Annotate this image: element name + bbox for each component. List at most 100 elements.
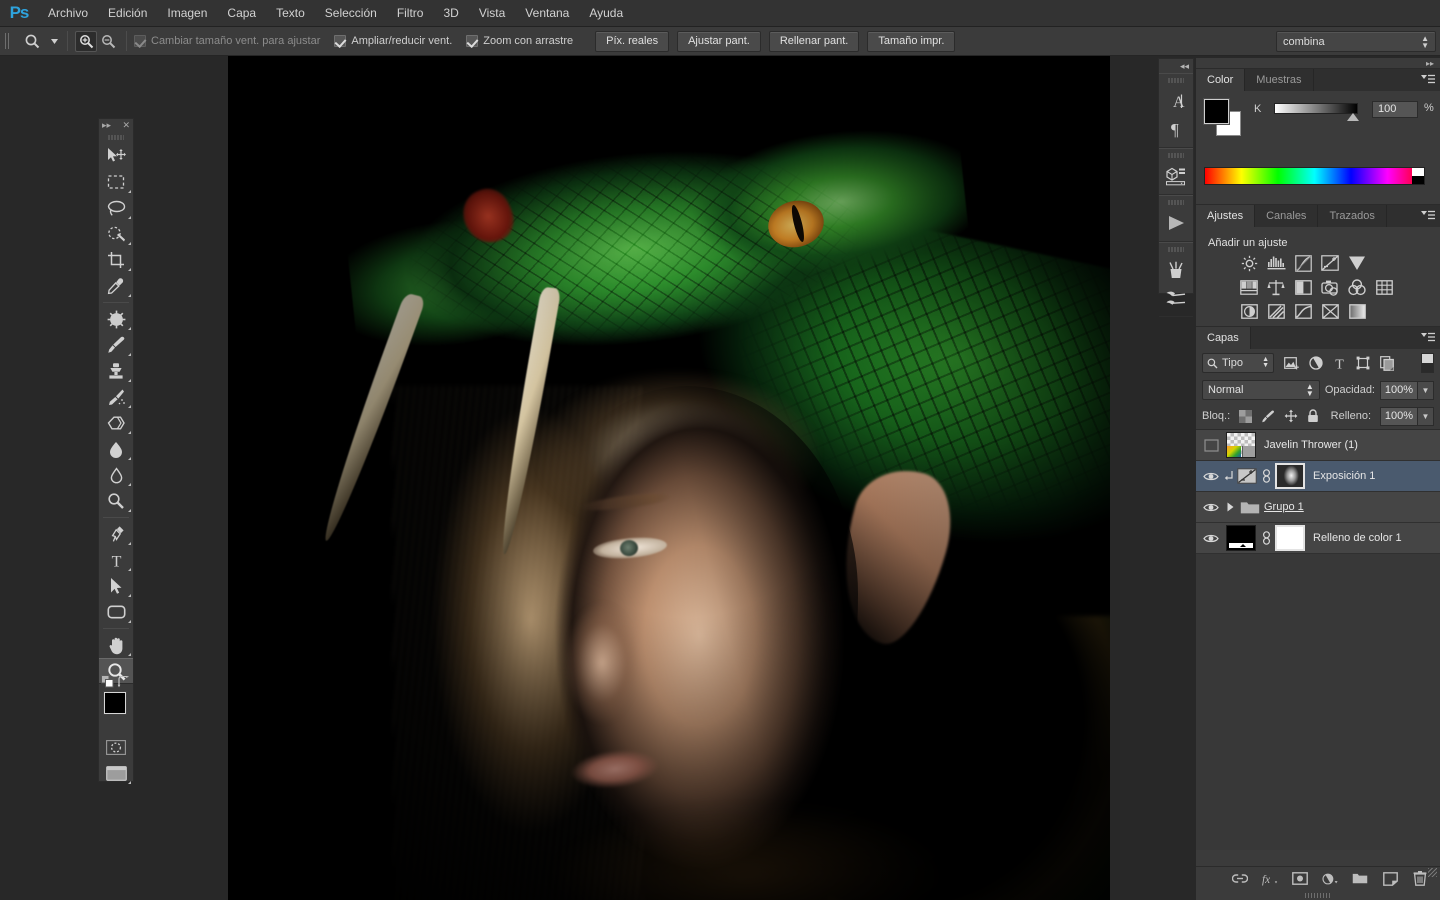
actual-pixels-button[interactable]: Píx. reales (595, 30, 670, 52)
link-layers-icon[interactable] (1232, 871, 1248, 887)
new-layer-icon[interactable] (1382, 871, 1398, 887)
gradient-map-icon[interactable] (1346, 301, 1368, 321)
layer-name[interactable]: Javelin Thrower (1) (1264, 439, 1358, 451)
dock-expand-icon[interactable]: ◂◂ (1159, 59, 1193, 73)
layer-visibility-toggle[interactable] (1200, 438, 1222, 452)
color-lookup-icon[interactable] (1373, 277, 1395, 297)
layer-thumbnail[interactable] (1226, 525, 1256, 551)
tab-trazados[interactable]: Trazados (1318, 205, 1387, 227)
table-row[interactable]: Javelin Thrower (1) (1196, 430, 1440, 461)
rectangle-tool[interactable] (99, 599, 133, 625)
threshold-icon[interactable] (1292, 301, 1314, 321)
channel-mixer-icon[interactable] (1346, 277, 1368, 297)
table-row[interactable]: Relleno de color 1 (1196, 523, 1440, 554)
menu-filtro[interactable]: Filtro (387, 0, 434, 27)
scrubby-zoom-checkbox[interactable]: Zoom con arrastre (466, 35, 573, 47)
brightness-contrast-icon[interactable] (1238, 253, 1260, 273)
filter-pixel-icon[interactable] (1284, 356, 1299, 370)
layer-mask-link-icon[interactable] (1259, 469, 1273, 483)
layer-visibility-toggle[interactable] (1200, 471, 1222, 482)
menu-imagen[interactable]: Imagen (157, 0, 217, 27)
exposure-icon[interactable] (1319, 253, 1341, 273)
filter-adjustment-icon[interactable] (1309, 356, 1323, 370)
tab-ajustes[interactable]: Ajustes (1196, 205, 1256, 227)
clone-stamp-tool[interactable] (99, 358, 133, 384)
tab-canales[interactable]: Canales (1255, 205, 1319, 227)
menu-seleccion[interactable]: Selección (315, 0, 387, 27)
default-colors-icon[interactable] (101, 675, 114, 688)
tab-muestras[interactable]: Muestras (1245, 69, 1314, 91)
new-fill-adjustment-icon[interactable] (1322, 871, 1338, 887)
menu-vista[interactable]: Vista (469, 0, 515, 27)
color-panel-menu-icon[interactable] (1421, 74, 1435, 85)
3d-panel-icon[interactable] (1159, 162, 1193, 190)
tools-close-icon[interactable]: ✕ (122, 120, 130, 131)
tools-collapse-icon[interactable]: ▸▸ (102, 120, 111, 131)
lock-transparency-icon[interactable] (1239, 409, 1253, 423)
quick-mask-button[interactable] (99, 734, 133, 760)
spot-healing-brush-tool[interactable] (99, 306, 133, 332)
eyedropper-tool[interactable] (99, 273, 133, 299)
photo-filter-icon[interactable] (1319, 277, 1341, 297)
selective-color-icon[interactable] (1319, 301, 1341, 321)
quick-selection-tool[interactable] (99, 221, 133, 247)
layer-visibility-toggle[interactable] (1200, 502, 1222, 513)
eraser-tool[interactable] (99, 410, 133, 436)
table-row[interactable]: Exposición 1 (1196, 461, 1440, 492)
exposure-adjustment-thumbnail[interactable] (1235, 468, 1259, 484)
filter-smart-object-icon[interactable] (1380, 355, 1394, 371)
pen-tool[interactable] (99, 521, 133, 547)
paragraph-panel-icon[interactable]: ¶ (1159, 115, 1193, 143)
brush-tool[interactable] (99, 332, 133, 358)
layer-mask-thumbnail[interactable] (1275, 463, 1305, 489)
layer-name[interactable]: Grupo 1 (1264, 501, 1304, 513)
add-layer-mask-icon[interactable] (1292, 871, 1308, 887)
menu-capa[interactable]: Capa (217, 0, 266, 27)
lock-all-icon[interactable] (1307, 409, 1319, 423)
hand-tool[interactable] (99, 632, 133, 658)
crop-tool[interactable] (99, 247, 133, 273)
dock-group-grip[interactable] (1168, 246, 1184, 253)
zoom-in-button[interactable] (75, 30, 97, 52)
k-value-input[interactable]: 100 (1372, 101, 1418, 118)
lock-image-icon[interactable] (1261, 410, 1275, 423)
menu-ventana[interactable]: Ventana (515, 0, 579, 27)
tool-preset-picker[interactable] (16, 30, 48, 52)
layer-mask-thumbnail[interactable] (1275, 525, 1305, 551)
levels-icon[interactable] (1265, 253, 1287, 273)
k-slider-ramp[interactable] (1274, 103, 1358, 114)
blend-mode-select[interactable]: Normal ▲ ▼ (1202, 380, 1320, 400)
character-panel-icon[interactable]: A (1159, 87, 1193, 115)
panel-bottom-grip[interactable] (1305, 892, 1331, 898)
type-tool[interactable]: T (99, 547, 133, 573)
group-expand-triangle-icon[interactable] (1222, 502, 1238, 512)
arrange-documents-select[interactable]: combina ▲ ▼ (1276, 31, 1436, 52)
foreground-color-swatch[interactable] (103, 691, 127, 715)
tab-capas[interactable]: Capas (1196, 327, 1251, 349)
print-size-button[interactable]: Tamaño impr. (867, 30, 956, 52)
tools-panel-grip[interactable] (108, 133, 124, 141)
zoom-out-button[interactable] (97, 31, 119, 52)
layer-filter-type-select[interactable]: Tipo ▲ ▼ (1202, 353, 1274, 373)
adjustments-panel-menu-icon[interactable] (1421, 210, 1435, 221)
dock-group-grip[interactable] (1168, 77, 1184, 84)
table-row[interactable]: Grupo 1 (1196, 492, 1440, 523)
fill-dropdown-icon[interactable]: ▼ (1418, 406, 1434, 426)
lasso-tool[interactable] (99, 195, 133, 221)
lock-position-icon[interactable] (1284, 409, 1298, 423)
k-slider-thumb[interactable] (1347, 113, 1359, 121)
panels-collapse-icon[interactable]: ▸▸ (1196, 58, 1440, 68)
fill-input[interactable]: 100% (1380, 406, 1418, 426)
layer-thumbnail[interactable] (1226, 432, 1256, 458)
posterize-icon[interactable] (1265, 301, 1287, 321)
dock-group-grip[interactable] (1168, 199, 1184, 206)
layer-name[interactable]: Exposición 1 (1313, 470, 1375, 482)
opacity-input[interactable]: 100% (1380, 380, 1418, 400)
new-group-icon[interactable] (1352, 871, 1368, 887)
dock-group-grip[interactable] (1168, 152, 1184, 159)
options-bar-grip[interactable] (4, 32, 11, 50)
layer-filter-toggle[interactable] (1421, 353, 1434, 373)
hue-saturation-icon[interactable] (1238, 277, 1260, 297)
layer-mask-link-icon[interactable] (1259, 531, 1273, 545)
menu-edicion[interactable]: Edición (98, 0, 157, 27)
